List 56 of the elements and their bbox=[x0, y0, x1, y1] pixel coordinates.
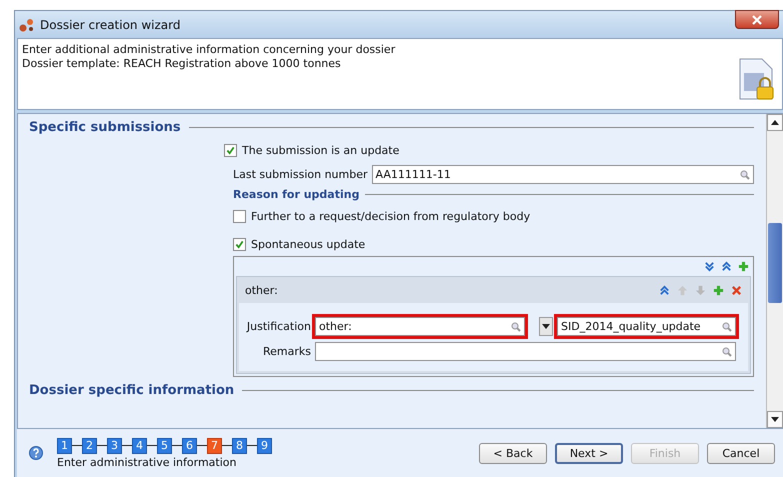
step-indicator[interactable]: 5 bbox=[157, 438, 172, 454]
window-title: Dossier creation wizard bbox=[40, 18, 180, 32]
last-submission-field[interactable]: AA111111-11 bbox=[372, 165, 754, 184]
scroll-thumb[interactable] bbox=[768, 223, 782, 303]
field-label: Justification bbox=[245, 320, 311, 333]
header-text: Dossier template: REACH Registration above 1000 tonnes bbox=[22, 57, 342, 71]
add-icon[interactable] bbox=[713, 284, 724, 296]
step-indicator[interactable]: 4 bbox=[132, 438, 147, 454]
wizard-button[interactable]: < Back bbox=[479, 442, 547, 464]
field-label: Remarks bbox=[262, 345, 311, 358]
step-indicator[interactable]: 2 bbox=[82, 438, 97, 454]
help-icon[interactable] bbox=[29, 446, 43, 460]
check-icon bbox=[235, 240, 244, 248]
header-text: Enter additional administrative information concerning your dossier bbox=[22, 43, 396, 57]
checkbox[interactable] bbox=[233, 238, 246, 250]
check-icon bbox=[226, 146, 235, 154]
entry-title: other: bbox=[245, 284, 278, 296]
locked-document-icon bbox=[738, 57, 774, 101]
scrollbar[interactable] bbox=[766, 114, 783, 428]
justification-field[interactable]: other: bbox=[315, 317, 525, 336]
step-indicator[interactable]: 9 bbox=[257, 438, 272, 454]
field-label: Last submission number bbox=[233, 168, 368, 181]
step-indicator[interactable]: 7 bbox=[207, 438, 222, 454]
caret-icon bbox=[542, 324, 550, 329]
section-title: Specific submissions bbox=[29, 120, 181, 135]
delete-icon[interactable] bbox=[731, 284, 742, 296]
collapse-all-icon[interactable] bbox=[721, 261, 732, 272]
expand-all-icon[interactable] bbox=[704, 261, 715, 272]
checkbox-label: The submission is an update bbox=[242, 144, 400, 156]
checkbox[interactable] bbox=[224, 144, 237, 156]
checkbox-label: Spontaneous update bbox=[251, 238, 366, 250]
search-icon bbox=[511, 322, 521, 332]
app-icon bbox=[19, 16, 35, 32]
scroll-down-icon[interactable] bbox=[771, 417, 779, 422]
dropdown-button[interactable] bbox=[539, 317, 553, 336]
close-icon bbox=[752, 14, 762, 24]
step-indicator[interactable]: 1 bbox=[57, 438, 72, 454]
close-button[interactable] bbox=[735, 10, 779, 29]
wizard-button[interactable]: Next > bbox=[555, 442, 623, 464]
search-icon bbox=[722, 322, 732, 332]
add-icon[interactable] bbox=[738, 261, 749, 272]
detail-field[interactable]: SID_2014_quality_update bbox=[557, 317, 736, 336]
scroll-up-icon[interactable] bbox=[771, 120, 779, 125]
section-title: Dossier specific information bbox=[29, 383, 234, 398]
wizard-button[interactable]: Cancel bbox=[707, 442, 775, 464]
step-indicator[interactable]: 3 bbox=[107, 438, 122, 454]
remarks-field[interactable] bbox=[315, 342, 736, 361]
search-icon bbox=[740, 170, 750, 180]
checkbox[interactable] bbox=[233, 210, 246, 222]
step-indicator[interactable]: 6 bbox=[182, 438, 197, 454]
search-icon bbox=[722, 346, 732, 356]
collapse-icon[interactable] bbox=[659, 284, 670, 296]
step-caption: Enter administrative information bbox=[57, 456, 238, 468]
checkbox-label: Further to a request/decision from regulatory body bbox=[251, 210, 530, 222]
step-indicator[interactable]: 8 bbox=[232, 438, 247, 454]
group-heading: Reason for updating bbox=[233, 188, 360, 201]
